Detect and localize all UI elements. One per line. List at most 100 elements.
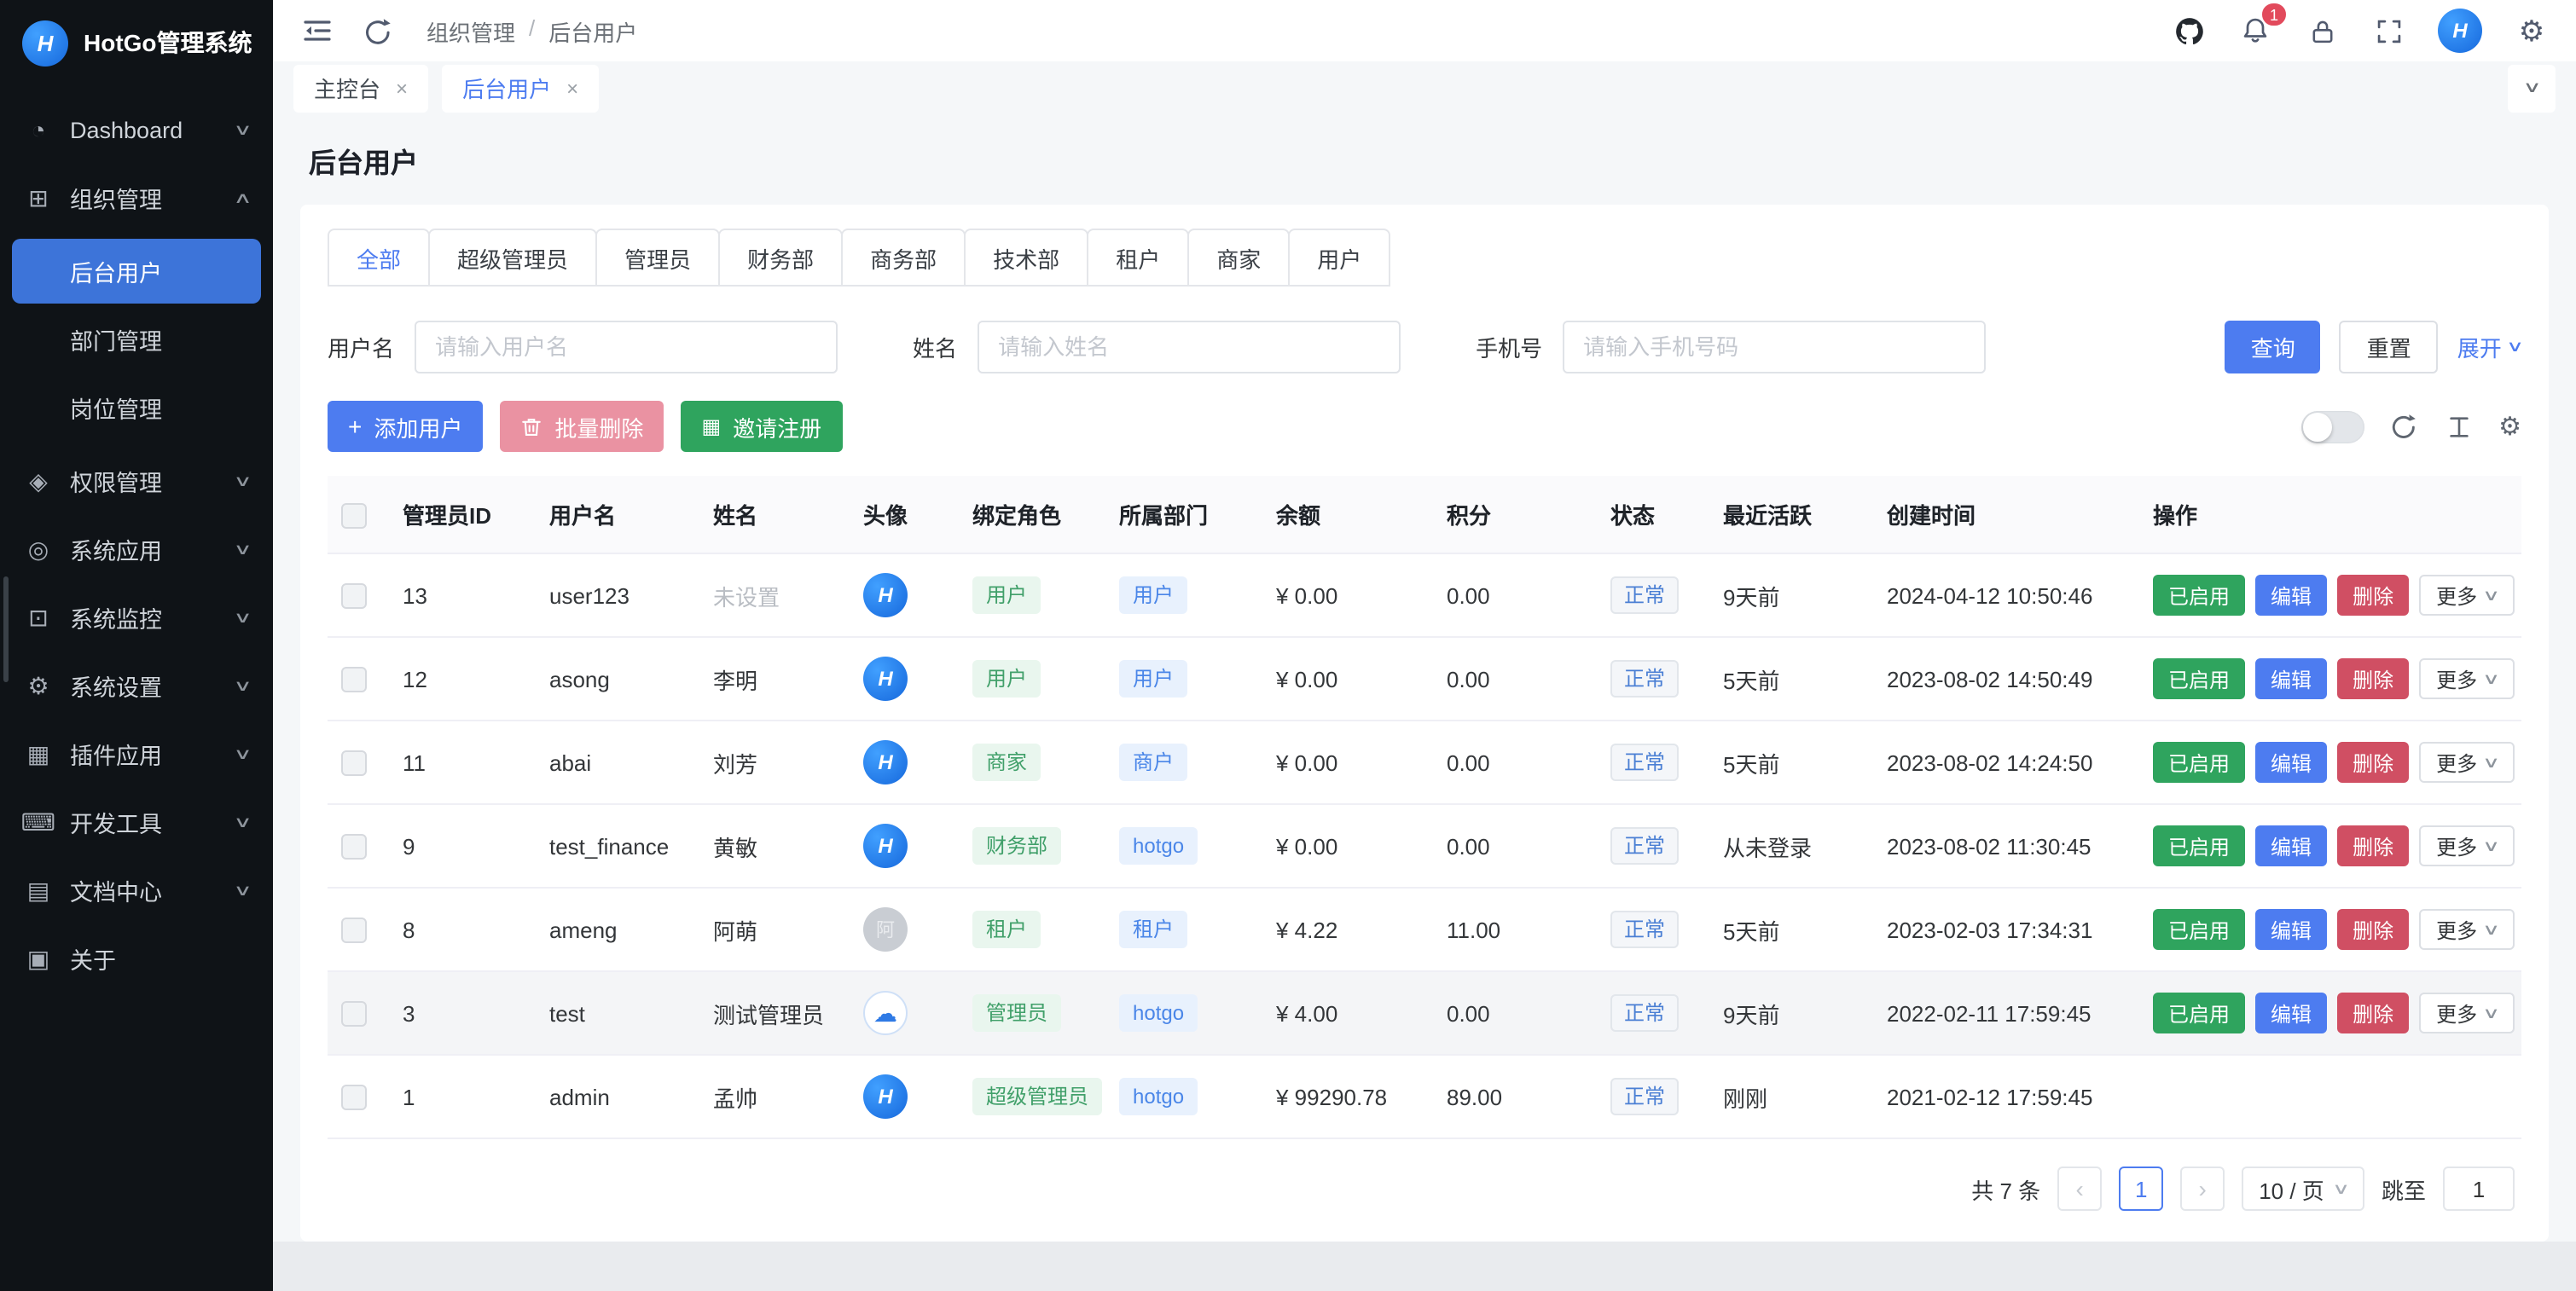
row-height-icon[interactable] xyxy=(2444,412,2473,441)
enabled-button[interactable]: 已启用 xyxy=(2153,993,2245,1033)
table-row[interactable]: 11 abai 刘芳 H 商家 商户 ¥ 0.00 0.00 正常 5天前 20 xyxy=(328,721,2521,804)
avatar: H xyxy=(863,740,908,784)
sidebar-item[interactable]: ▤ 文档中心 ∨ xyxy=(0,856,273,924)
invite-register-button[interactable]: ▦ 邀请注册 xyxy=(681,401,842,452)
github-icon[interactable] xyxy=(2172,14,2206,48)
row-checkbox[interactable] xyxy=(341,918,367,943)
lock-icon[interactable] xyxy=(2305,14,2339,48)
more-button[interactable]: 更多 ∨ xyxy=(2419,742,2514,783)
more-button[interactable]: 更多 ∨ xyxy=(2419,658,2514,699)
gear-icon[interactable]: ⚙ xyxy=(2515,14,2549,48)
close-icon[interactable]: × xyxy=(566,78,578,98)
enabled-button[interactable]: 已启用 xyxy=(2153,909,2245,950)
delete-button[interactable]: 删除 xyxy=(2337,993,2409,1033)
current-page-button[interactable]: 1 xyxy=(2119,1167,2163,1211)
close-icon[interactable]: × xyxy=(396,78,408,98)
table-row[interactable]: 13 user123 未设置 H 用户 用户 ¥ 0.00 0.00 正常 9天… xyxy=(328,553,2521,637)
sidebar-item[interactable]: ⊡ 系统监控 ∨ xyxy=(0,583,273,651)
row-checkbox[interactable] xyxy=(341,1085,367,1110)
sidebar-item-org[interactable]: ⊞ 组织管理 ∧ xyxy=(0,164,273,232)
jump-page-input[interactable] xyxy=(2443,1167,2515,1211)
table-row[interactable]: 1 admin 孟帅 H 超级管理员 hotgo ¥ 99290.78 89.0… xyxy=(328,1055,2521,1138)
row-checkbox[interactable] xyxy=(341,667,367,692)
filter-input[interactable] xyxy=(978,321,1401,373)
striped-toggle[interactable] xyxy=(2300,410,2364,443)
filter-input[interactable] xyxy=(415,321,838,373)
more-button[interactable]: 更多 ∨ xyxy=(2419,909,2514,950)
row-checkbox[interactable] xyxy=(341,1001,367,1027)
column-settings-icon[interactable]: ⚙ xyxy=(2498,414,2521,439)
reload-table-icon[interactable] xyxy=(2389,412,2418,441)
table-row[interactable]: 3 test 测试管理员 ☁ 管理员 hotgo ¥ 4.00 0.00 正常 … xyxy=(328,971,2521,1055)
more-button[interactable]: 更多 ∨ xyxy=(2419,993,2514,1033)
role-tab[interactable]: 租户 xyxy=(1087,229,1189,287)
chevron-down-icon: ∨ xyxy=(2482,669,2500,688)
more-button[interactable]: 更多 ∨ xyxy=(2419,825,2514,866)
row-checkbox[interactable] xyxy=(341,750,367,776)
refresh-icon[interactable] xyxy=(360,14,394,48)
notification-bell-icon[interactable]: 1 xyxy=(2238,14,2272,48)
page-tab[interactable]: 后台用户 × xyxy=(442,64,599,112)
enabled-button[interactable]: 已启用 xyxy=(2153,658,2245,699)
table-row[interactable]: 9 test_finance 黄敏 H 财务部 hotgo ¥ 0.00 0.0… xyxy=(328,804,2521,888)
fullscreen-icon[interactable] xyxy=(2371,14,2405,48)
sidebar-subitem[interactable]: 岗位管理 xyxy=(12,375,261,440)
sidebar-item[interactable]: ◈ 权限管理 ∨ xyxy=(0,447,273,515)
delete-button[interactable]: 删除 xyxy=(2337,909,2409,950)
sidebar-item[interactable]: ▦ 插件应用 ∨ xyxy=(0,720,273,788)
delete-button[interactable]: 删除 xyxy=(2337,825,2409,866)
role-tab[interactable]: 技术部 xyxy=(964,229,1088,287)
prev-page-button[interactable]: ‹ xyxy=(2057,1167,2102,1211)
sidebar-item[interactable]: ◔ Dashboard ∨ xyxy=(0,96,273,164)
role-tab[interactable]: 商务部 xyxy=(841,229,966,287)
table-row[interactable]: 8 ameng 阿萌 阿 租户 租户 ¥ 4.22 11.00 正常 5天前 2 xyxy=(328,888,2521,971)
search-button[interactable]: 查询 xyxy=(2225,321,2321,373)
edit-button[interactable]: 编辑 xyxy=(2255,575,2327,616)
role-tab[interactable]: 财务部 xyxy=(718,229,843,287)
filter-input[interactable] xyxy=(1563,321,1986,373)
breadcrumb-item[interactable]: 后台用户 xyxy=(548,14,637,47)
more-button[interactable]: 更多 ∨ xyxy=(2419,575,2514,616)
delete-button[interactable]: 删除 xyxy=(2337,742,2409,783)
tabs-collapse-button[interactable]: ∨ xyxy=(2508,64,2556,112)
delete-button[interactable]: 删除 xyxy=(2337,575,2409,616)
sidebar-item[interactable]: ⚙ 系统设置 ∨ xyxy=(0,651,273,720)
expand-link[interactable]: 展开 ∨ xyxy=(2457,331,2521,363)
sidebar-item[interactable]: ▣ 关于 xyxy=(0,924,273,993)
select-all-checkbox[interactable] xyxy=(341,502,367,528)
sidebar-subitem[interactable]: 部门管理 xyxy=(12,307,261,372)
enabled-button[interactable]: 已启用 xyxy=(2153,825,2245,866)
batch-delete-button[interactable]: 批量删除 xyxy=(500,401,664,452)
role-tab[interactable]: 商家 xyxy=(1187,229,1290,287)
sidebar-item[interactable]: ◎ 系统应用 ∨ xyxy=(0,515,273,583)
edit-button[interactable]: 编辑 xyxy=(2255,658,2327,699)
edit-button[interactable]: 编辑 xyxy=(2255,993,2327,1033)
add-user-button[interactable]: + 添加用户 xyxy=(328,401,483,452)
sidebar-scrollbar[interactable] xyxy=(3,576,9,682)
cell-actions: 已启用 编辑 删除 更多 ∨ xyxy=(2139,804,2521,888)
row-checkbox[interactable] xyxy=(341,583,367,609)
user-avatar[interactable]: H xyxy=(2438,9,2482,53)
breadcrumb-item[interactable]: 组织管理 xyxy=(426,14,515,47)
edit-button[interactable]: 编辑 xyxy=(2255,742,2327,783)
role-tab[interactable]: 管理员 xyxy=(595,229,720,287)
logo-row[interactable]: H HotGo管理系统 xyxy=(0,0,273,85)
edit-button[interactable]: 编辑 xyxy=(2255,825,2327,866)
role-tab[interactable]: 全部 xyxy=(328,229,430,287)
role-tab[interactable]: 超级管理员 xyxy=(428,229,597,287)
enabled-button[interactable]: 已启用 xyxy=(2153,742,2245,783)
reset-button[interactable]: 重置 xyxy=(2340,321,2439,373)
page-tab[interactable]: 主控台 × xyxy=(293,64,428,112)
delete-button[interactable]: 删除 xyxy=(2337,658,2409,699)
edit-button[interactable]: 编辑 xyxy=(2255,909,2327,950)
page-size-select[interactable]: 10 / 页 ∨ xyxy=(2242,1167,2364,1211)
row-checkbox[interactable] xyxy=(341,834,367,860)
sidebar-item[interactable]: ⌨ 开发工具 ∨ xyxy=(0,788,273,856)
menu-collapse-icon[interactable] xyxy=(300,14,334,48)
role-tab[interactable]: 用户 xyxy=(1288,229,1390,287)
sidebar-subitem[interactable]: 后台用户 xyxy=(12,239,261,304)
table-row[interactable]: 12 asong 李明 H 用户 用户 ¥ 0.00 0.00 正常 5天前 2 xyxy=(328,637,2521,721)
cell-points: 0.00 xyxy=(1433,553,1597,637)
next-page-button[interactable]: › xyxy=(2180,1167,2225,1211)
enabled-button[interactable]: 已启用 xyxy=(2153,575,2245,616)
